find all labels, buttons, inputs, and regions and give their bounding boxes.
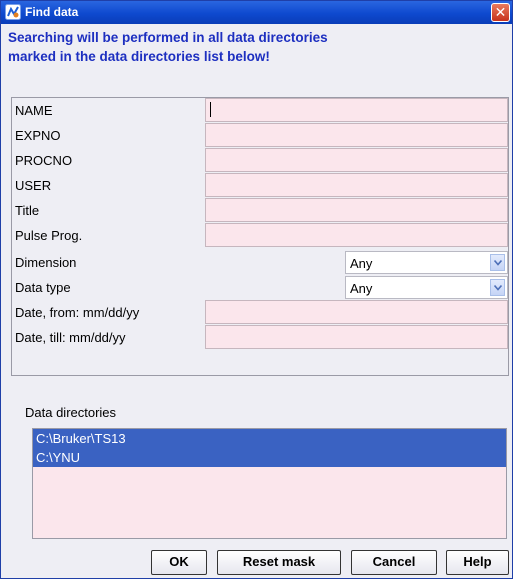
dimension-row: Dimension Any [12, 250, 508, 275]
list-item-label: C:\Bruker\TS13 [36, 431, 126, 446]
procno-input[interactable] [205, 148, 508, 172]
data-type-row: Data type Any [12, 275, 508, 300]
user-row: USER [12, 173, 508, 198]
search-notice: Searching will be performed in all data … [8, 28, 508, 66]
data-type-value: Any [350, 281, 373, 296]
list-item[interactable]: C:\Bruker\TS13 [33, 429, 506, 448]
title-input[interactable] [205, 198, 508, 222]
procno-row: PROCNO [12, 148, 508, 173]
pulse-prog-row: Pulse Prog. [12, 223, 508, 248]
list-item-label: C:\YNU [36, 450, 81, 465]
chevron-down-icon[interactable] [490, 254, 505, 271]
close-icon[interactable]: ✕ [491, 3, 510, 22]
title-label: Title [15, 203, 40, 218]
notice-line-2: marked in the data directories list belo… [8, 49, 270, 64]
date-from-input[interactable] [205, 300, 508, 324]
find-data-dialog: Find data ✕ Searching will be performed … [0, 0, 513, 579]
user-label: USER [15, 178, 52, 193]
dimension-select[interactable]: Any [345, 251, 508, 274]
data-type-label: Data type [15, 280, 71, 295]
date-from-row: Date, from: mm/dd/yy [12, 300, 508, 325]
date-from-label: Date, from: mm/dd/yy [15, 305, 140, 320]
cancel-button[interactable]: Cancel [351, 550, 437, 575]
name-row: NAME [12, 98, 508, 123]
app-icon [5, 4, 21, 20]
pulse-prog-input[interactable] [205, 223, 508, 247]
dimension-label: Dimension [15, 255, 77, 270]
data-directories-list[interactable]: C:\Bruker\TS13 C:\YNU [32, 428, 507, 539]
data-directories-label: Data directories [25, 405, 117, 420]
date-till-label: Date, till: mm/dd/yy [15, 330, 126, 345]
window-title: Find data [25, 5, 79, 19]
date-till-row: Date, till: mm/dd/yy [12, 325, 508, 350]
ok-button[interactable]: OK [151, 550, 207, 575]
name-label: NAME [15, 103, 53, 118]
chevron-down-icon[interactable] [490, 279, 505, 296]
dimension-value: Any [350, 256, 373, 271]
list-item[interactable]: C:\YNU [33, 448, 506, 467]
expno-label: EXPNO [15, 128, 61, 143]
data-type-select[interactable]: Any [345, 276, 508, 299]
help-button[interactable]: Help [446, 550, 509, 575]
reset-mask-button[interactable]: Reset mask [217, 550, 341, 575]
search-mask-form: NAME EXPNO PROCNO USER Title Pulse Prog.… [11, 97, 509, 376]
user-input[interactable] [205, 173, 508, 197]
name-input[interactable] [205, 98, 508, 122]
button-bar: OK Reset mask Cancel Help [1, 550, 512, 575]
text-cursor [210, 102, 211, 117]
notice-line-1: Searching will be performed in all data … [8, 30, 328, 45]
title-bar[interactable]: Find data ✕ [1, 1, 512, 24]
expno-row: EXPNO [12, 123, 508, 148]
title-row: Title [12, 198, 508, 223]
procno-label: PROCNO [15, 153, 73, 168]
expno-input[interactable] [205, 123, 508, 147]
date-till-input[interactable] [205, 325, 508, 349]
pulse-prog-label: Pulse Prog. [15, 228, 83, 243]
